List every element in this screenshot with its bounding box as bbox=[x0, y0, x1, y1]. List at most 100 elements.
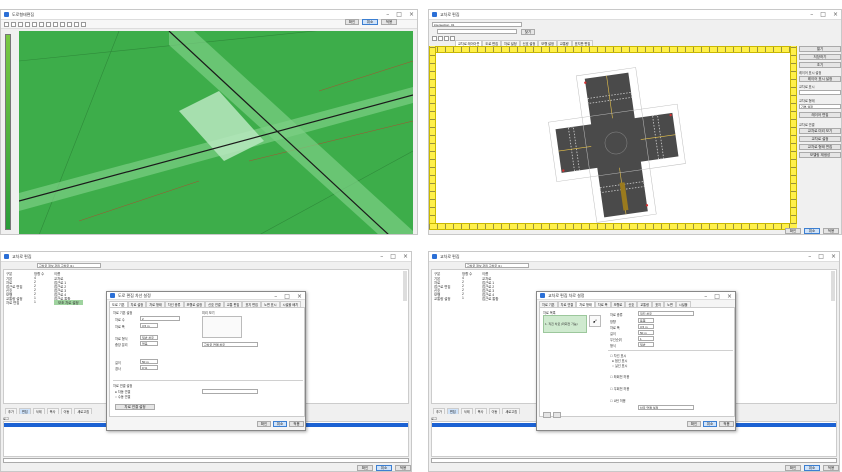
dialog-controls[interactable]: – □ × bbox=[704, 293, 732, 300]
tab-add[interactable]: 추가 bbox=[433, 408, 445, 414]
maximize-icon[interactable]: □ bbox=[396, 11, 402, 18]
window-controls[interactable]: – □ × bbox=[810, 11, 838, 18]
lane-list-item[interactable]: 1. 직진 차로 (좌회전 가능) bbox=[545, 322, 578, 326]
tab-copy[interactable]: 복사 bbox=[46, 408, 59, 414]
confirm-button[interactable]: 확인 bbox=[357, 465, 373, 471]
intersection-info-field[interactable]: 교차로 정보 관리 교차로 (1) bbox=[37, 263, 101, 268]
node-icon[interactable] bbox=[53, 21, 58, 27]
maximize-icon[interactable]: □ bbox=[820, 11, 826, 18]
dialog-apply-button[interactable]: 적용 bbox=[289, 421, 304, 427]
lane-icon[interactable] bbox=[46, 21, 51, 27]
close-icon[interactable]: × bbox=[403, 253, 408, 260]
dialog-controls[interactable]: – □ × bbox=[274, 293, 302, 300]
reset-button[interactable]: 초기 bbox=[799, 62, 841, 68]
save-icon[interactable] bbox=[438, 36, 443, 41]
tab-edit[interactable]: 편집 bbox=[446, 408, 459, 414]
minimize-icon[interactable]: – bbox=[274, 293, 277, 300]
zoom-icon[interactable] bbox=[444, 36, 449, 41]
level-bar[interactable] bbox=[5, 34, 11, 230]
confirm-button[interactable]: 확인 bbox=[785, 465, 801, 471]
redo-icon[interactable] bbox=[81, 21, 86, 27]
lane-count-field[interactable]: 2 bbox=[140, 316, 180, 321]
close-icon[interactable]: × bbox=[297, 293, 302, 300]
length-field[interactable]: 50 m bbox=[638, 330, 654, 335]
window-controls[interactable]: – □ × bbox=[386, 11, 414, 18]
dialog-apply-button[interactable]: 적용 bbox=[719, 421, 734, 427]
dialog-confirm-button[interactable]: 확인 bbox=[257, 421, 271, 427]
dialog-cancel-button[interactable]: 취소 bbox=[703, 421, 717, 427]
shape-edit-button[interactable]: 교차로 형태 편집 bbox=[799, 144, 841, 150]
lane-type-field[interactable]: 일반 차로 bbox=[140, 335, 158, 340]
remove-lane-button[interactable] bbox=[553, 412, 561, 418]
apply-button[interactable]: 적용 bbox=[823, 228, 839, 234]
intersection-info-field[interactable]: 교차로 정보 관리 교차로 (1) bbox=[465, 263, 529, 268]
tab-move[interactable]: 이동 bbox=[488, 408, 501, 414]
dialog-confirm-button[interactable]: 확인 bbox=[687, 421, 701, 427]
apply-button[interactable]: 적용 bbox=[823, 465, 839, 471]
road-icon[interactable] bbox=[39, 21, 44, 27]
confirm-button[interactable]: 확인 bbox=[785, 228, 801, 234]
open-icon[interactable] bbox=[432, 36, 437, 41]
lane-width-field[interactable]: 3.5 m bbox=[140, 323, 158, 328]
dialog-cancel-button[interactable]: 취소 bbox=[273, 421, 287, 427]
cancel-button[interactable]: 취소 bbox=[376, 465, 392, 471]
link-icon[interactable] bbox=[60, 21, 65, 27]
add-lane-button[interactable] bbox=[543, 412, 551, 418]
layer-edit-button[interactable]: 레이어 편집 bbox=[799, 112, 841, 118]
link-settings-field[interactable]: 차로 연결 설정 bbox=[638, 405, 694, 410]
minimize-icon[interactable]: – bbox=[386, 11, 389, 18]
lane-type-field[interactable]: 직진 차로 bbox=[638, 311, 694, 316]
intersection-canvas[interactable] bbox=[436, 53, 794, 223]
minimize-icon[interactable]: – bbox=[704, 293, 707, 300]
save-button[interactable]: 저장하기 bbox=[799, 54, 841, 60]
log-input[interactable] bbox=[3, 458, 409, 463]
manual-link-radio[interactable]: ○ 수동 연결 bbox=[115, 394, 130, 399]
link-select-field[interactable] bbox=[202, 389, 258, 394]
zoom-in-icon[interactable] bbox=[18, 21, 23, 27]
scrollbar[interactable] bbox=[403, 271, 407, 301]
connection-field[interactable]: 교차로 연결 차로 bbox=[202, 342, 258, 347]
tab-copy[interactable]: 복사 bbox=[474, 408, 487, 414]
close-icon[interactable]: × bbox=[727, 293, 732, 300]
cancel-button[interactable]: 취소 bbox=[804, 465, 820, 471]
pan-icon[interactable] bbox=[32, 21, 37, 27]
window-controls[interactable]: – □ × bbox=[808, 253, 836, 260]
intersection-display-field[interactable] bbox=[799, 90, 841, 95]
minimize-icon[interactable]: – bbox=[380, 253, 383, 260]
apply-button[interactable]: 적용 bbox=[395, 465, 411, 471]
tab-refresh[interactable]: 새로고침 bbox=[502, 408, 521, 414]
scrollbar[interactable] bbox=[831, 271, 835, 301]
tab-move[interactable]: 이동 bbox=[60, 408, 73, 414]
confirm-button[interactable]: 확인 bbox=[345, 19, 359, 25]
settings-dropdown[interactable]: 기본 설정 bbox=[799, 104, 841, 109]
list-item-selected[interactable]: 차로 편집 1 보조 차로 설정 bbox=[6, 300, 83, 305]
zoom-out-icon[interactable] bbox=[25, 21, 30, 27]
close-icon[interactable]: × bbox=[409, 11, 414, 18]
length-field[interactable]: 50 m bbox=[140, 359, 158, 364]
tab-delete[interactable]: 삭제 bbox=[32, 408, 45, 414]
undo-icon[interactable] bbox=[74, 21, 79, 27]
median-field[interactable]: 없음 bbox=[140, 341, 158, 346]
preview-button[interactable]: 교차로 미리 보기 bbox=[799, 128, 841, 134]
open-button[interactable]: 열기 bbox=[799, 46, 841, 52]
close-icon[interactable]: × bbox=[833, 11, 838, 18]
tab-add[interactable]: 추가 bbox=[5, 408, 17, 414]
format-field[interactable]: 일반 bbox=[638, 342, 654, 347]
tab-refresh[interactable]: 새로고침 bbox=[74, 408, 93, 414]
move-tool-icon[interactable] bbox=[11, 21, 16, 27]
link-settings-button[interactable]: 차로 연결 설정 bbox=[115, 404, 155, 410]
tab-edit[interactable]: 편집 bbox=[18, 408, 31, 414]
maximize-icon[interactable]: □ bbox=[284, 293, 290, 300]
option-left-turn[interactable]: ☐ 좌회전 허용 bbox=[610, 374, 629, 379]
cancel-button[interactable]: 취소 bbox=[362, 19, 378, 25]
option-right-turn[interactable]: ☐ 우회전 허용 bbox=[610, 386, 629, 391]
regenerate-button[interactable]: 모델링 재생성 bbox=[799, 152, 841, 158]
apply-button[interactable]: 적용 bbox=[381, 19, 397, 25]
intersection-settings-button[interactable]: 교차로 설정 bbox=[799, 136, 841, 142]
filter-field[interactable] bbox=[437, 29, 517, 34]
maximize-icon[interactable]: □ bbox=[714, 293, 720, 300]
map-canvas[interactable] bbox=[19, 31, 413, 234]
project-field[interactable]: intersection_01 bbox=[432, 22, 522, 27]
list-item[interactable]: 교통량 설정 1 접근로 통합 bbox=[434, 296, 499, 301]
maximize-icon[interactable]: □ bbox=[390, 253, 396, 260]
